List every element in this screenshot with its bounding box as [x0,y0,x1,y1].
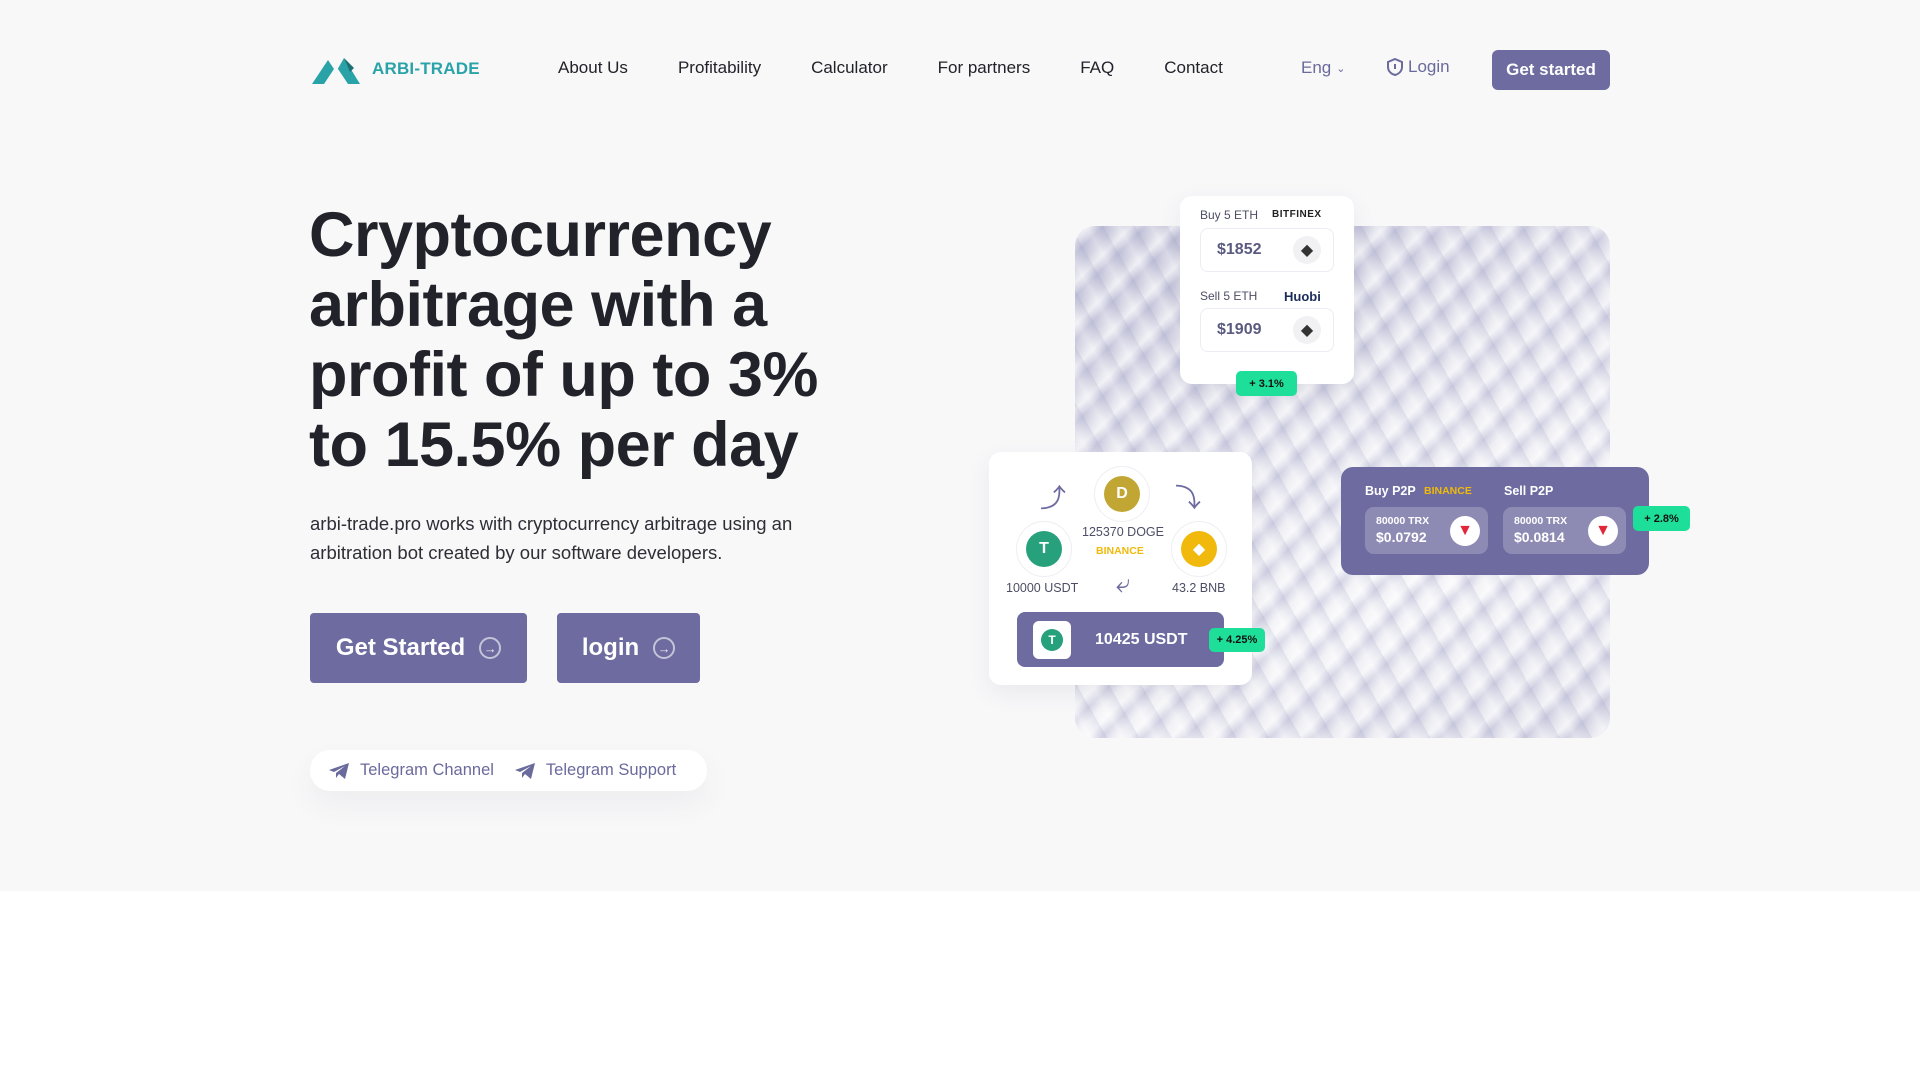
hero-description: arbi-trade.pro works with cryptocurrency… [310,513,793,563]
usdt-coin: T [1016,521,1072,577]
sell-label: Sell 5 ETH [1200,289,1258,303]
buy-price: $1852 [1217,241,1262,258]
p2p-sell-price: $0.0814 [1514,529,1565,545]
nav-faq[interactable]: FAQ [1080,58,1114,78]
p2p-sell-amount: 80000 TRX [1514,515,1568,527]
get-started-label: Get Started [335,634,466,661]
huobi-logo: Huobi [1284,289,1321,304]
p2p-buy-price: $0.0792 [1376,529,1427,545]
telegram-channel-label: Telegram Channel [360,761,494,779]
exchange-arbitrage-card: Buy 5 ETH BITFINEX $1852 ◆ Sell 5 ETH Hu… [1180,196,1354,384]
buy-label: Buy 5 ETH [1200,208,1259,222]
p2p-sell-box: 80000 TRX $0.0814 ▼ [1503,507,1626,554]
shield-icon [1387,58,1403,76]
telegram-support-link[interactable]: Telegram Support [514,761,676,780]
login-button[interactable]: login → [557,613,700,683]
tron-icon: ▼ [1588,516,1618,546]
usdt-result: 10425 USDT [1095,630,1188,648]
logo[interactable]: ARBI-TRADE [310,52,480,86]
doge-icon: D [1104,476,1140,512]
doge-amount: 125370 DOGE [1082,525,1164,539]
main-nav: About Us Profitability Calculator For pa… [558,58,1223,78]
login-label: Login [1408,57,1450,76]
curved-arrow-icon: ⤵ [1175,483,1202,513]
usdt-icon: T [1026,531,1062,567]
tron-icon: ▼ [1450,516,1480,546]
get-started-button[interactable]: Get Started → [310,613,527,683]
hero-section [0,0,1920,891]
nav-about-us[interactable]: About Us [558,58,628,78]
sell-price-box: $1909 ◆ [1200,308,1334,352]
bnb-icon: ◆ [1181,531,1217,567]
doge-coin: D [1094,466,1150,522]
login-button-label: login [581,634,640,661]
hero-headline: Cryptocurrency arbitrage with a profit o… [309,200,818,480]
telegram-links: Telegram Channel Telegram Support [310,750,707,791]
p2p-sell-label: Sell P2P [1504,484,1554,498]
p2p-buy-amount: 80000 TRX [1376,515,1430,527]
usdt-icon: T [1033,620,1071,659]
logo-text: ARBI-TRADE [372,59,480,78]
buy-price-box: $1852 ◆ [1200,228,1334,272]
nav-contact[interactable]: Contact [1164,58,1223,78]
binance-logo: BINANCE [1096,545,1144,557]
eth-icon: ◆ [1293,316,1321,344]
eth-icon: ◆ [1293,236,1321,264]
telegram-icon [329,762,349,779]
telegram-channel-link[interactable]: Telegram Channel [328,761,494,780]
p2p-arbitrage-card: Buy P2P BINANCE Sell P2P 80000 TRX $0.07… [1341,467,1649,575]
binance-logo: BINANCE [1424,485,1472,497]
logo-mountain-icon [312,58,360,84]
profit-badge: + 4.25% [1209,628,1265,652]
arrow-right-icon: → [479,637,502,659]
header-login-link[interactable]: Login [1387,57,1450,77]
p2p-buy-box: 80000 TRX $0.0792 ▼ [1365,507,1488,554]
language-label: Eng [1301,58,1332,77]
chevron-down-icon: ⌄ [1336,62,1346,75]
sell-price: $1909 [1217,321,1262,338]
telegram-icon [514,762,535,779]
nav-calculator[interactable]: Calculator [811,58,888,78]
bnb-coin: ◆ [1171,521,1227,577]
get-started-header-button[interactable]: Get started [1492,50,1610,90]
profit-badge: + 2.8% [1633,506,1690,531]
profit-badge: + 3.1% [1236,371,1297,396]
language-selector[interactable]: Eng ⌄ [1301,58,1345,78]
bitfinex-logo: BITFINEX [1272,209,1322,220]
curved-arrow-icon: ⤴ [1040,483,1067,513]
usdt-result-bar: T 10425 USDT [1017,612,1224,667]
arrow-right-icon: → [653,637,676,659]
bnb-amount: 43.2 BNB [1172,581,1226,595]
nav-for-partners[interactable]: For partners [938,58,1031,78]
telegram-support-label: Telegram Support [545,761,677,779]
p2p-buy-label: Buy P2P [1365,484,1416,498]
curved-arrow-icon: ⤶ [1116,568,1131,598]
usdt-start-amount: 10000 USDT [1006,581,1079,595]
nav-profitability[interactable]: Profitability [678,58,761,78]
